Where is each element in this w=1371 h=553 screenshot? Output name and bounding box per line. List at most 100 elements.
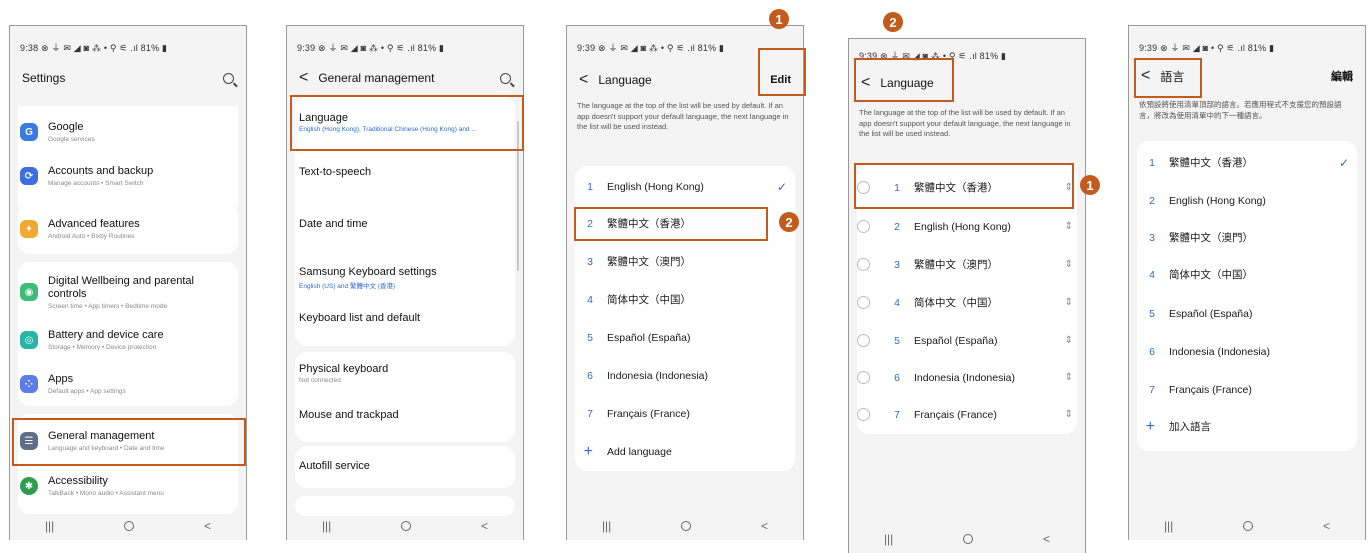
settings-item-sub: Default apps • App settings xyxy=(48,388,126,395)
radio-button[interactable] xyxy=(857,220,870,233)
gm-item-physical-keyboard[interactable]: Physical keyboard Not connected xyxy=(287,363,523,384)
language-number: 5 xyxy=(894,334,900,347)
gm-item-keyboard-list[interactable]: Keyboard list and default xyxy=(287,312,523,324)
settings-item-sub: Manage accounts • Smart Switch xyxy=(48,180,144,187)
back-button[interactable]: < xyxy=(481,519,488,533)
screen-general-management: 9:39 ⊗ ⏚ ✉ ◢ ◙ ⁂ • ⚲ ⚟ .ıl 81% ▮ < Gener… xyxy=(286,25,524,540)
radio-button[interactable] xyxy=(857,371,870,384)
language-row[interactable]: 7 Français (France) xyxy=(567,395,803,432)
scrollbar[interactable] xyxy=(517,121,519,271)
edit-button[interactable]: 編輯 xyxy=(1331,68,1353,84)
settings-item-general-management[interactable]: ☰ General management Language and keyboa… xyxy=(10,420,246,462)
language-number: 3 xyxy=(894,258,900,271)
back-button[interactable]: < xyxy=(761,519,768,533)
language-row[interactable]: 7 Français (France) xyxy=(1129,371,1365,408)
recents-button[interactable]: ||| xyxy=(1164,519,1173,533)
home-button[interactable] xyxy=(681,521,692,531)
page-title: Settings xyxy=(22,71,66,85)
back-arrow-icon[interactable]: < xyxy=(579,71,588,89)
language-number: 4 xyxy=(894,296,900,309)
language-label: Indonesia (Indonesia) xyxy=(607,369,708,382)
settings-item-apps[interactable]: ⁘ Apps Default apps • App settings xyxy=(10,364,246,404)
settings-item-wellbeing[interactable]: ◉ Digital Wellbeing and parental control… xyxy=(10,268,246,316)
gm-item-samsung-keyboard[interactable]: Samsung Keyboard settings English (US) a… xyxy=(287,266,523,290)
back-arrow-icon[interactable]: < xyxy=(299,69,308,87)
settings-item-accounts[interactable]: ⟳ Accounts and backup Manage accounts • … xyxy=(10,156,246,196)
language-label: 繁體中文（澳門） xyxy=(914,259,998,271)
settings-item-label: Google xyxy=(48,121,84,133)
language-row[interactable]: 7 Français (France) ⇕ xyxy=(849,396,1085,433)
back-button[interactable]: < xyxy=(204,519,211,533)
recents-button[interactable]: ||| xyxy=(45,519,54,533)
language-row[interactable]: 3 繁體中文（澳門） xyxy=(567,243,803,280)
settings-item-sub: Storage • Memory • Device protection xyxy=(48,344,157,351)
step-badge-2: 2 xyxy=(883,12,903,32)
home-button[interactable] xyxy=(1243,521,1254,531)
recents-button[interactable]: ||| xyxy=(322,519,331,533)
radio-button[interactable] xyxy=(857,296,870,309)
radio-button[interactable] xyxy=(857,258,870,271)
language-row[interactable]: 5 Español (España) ⇕ xyxy=(849,322,1085,359)
settings-item-label: Accessibility xyxy=(48,475,108,487)
gm-item-autofill[interactable]: Autofill service xyxy=(287,460,523,472)
reorder-handle-icon[interactable]: ⇕ xyxy=(1065,221,1073,232)
language-row[interactable]: 2 English (Hong Kong) xyxy=(1129,182,1365,219)
language-label: Español (España) xyxy=(607,331,691,344)
language-label: 简体中文（中国） xyxy=(607,294,691,306)
radio-button[interactable] xyxy=(857,181,870,194)
settings-item-advanced[interactable]: ✦ Advanced features Android Auto • Bixby… xyxy=(10,209,246,249)
reorder-handle-icon[interactable]: ⇕ xyxy=(1065,297,1073,308)
language-row[interactable]: 3 繁體中文（澳門） xyxy=(1129,219,1365,256)
gm-item-text-to-speech[interactable]: Text-to-speech xyxy=(287,166,523,178)
gm-item-date-time[interactable]: Date and time xyxy=(287,218,523,230)
language-row[interactable]: 3 繁體中文（澳門） ⇕ xyxy=(849,246,1085,283)
back-arrow-icon[interactable]: < xyxy=(1141,67,1150,85)
radio-button[interactable] xyxy=(857,334,870,347)
reorder-handle-icon[interactable]: ⇕ xyxy=(1065,409,1073,420)
add-language-button[interactable]: + Add language xyxy=(567,433,803,470)
reorder-handle-icon[interactable]: ⇕ xyxy=(1065,335,1073,346)
home-button[interactable] xyxy=(401,521,412,531)
gm-item-label: Physical keyboard xyxy=(299,363,389,375)
language-row[interactable]: 6 Indonesia (Indonesia) ⇕ xyxy=(849,359,1085,396)
language-row[interactable]: 6 Indonesia (Indonesia) xyxy=(567,357,803,394)
language-row[interactable]: 5 Español (España) xyxy=(567,319,803,356)
language-number: 6 xyxy=(587,369,593,382)
language-row[interactable]: 1 繁體中文（香港） ⇕ xyxy=(849,169,1085,206)
wellbeing-icon: ◉ xyxy=(20,283,38,301)
settings-item-accessibility[interactable]: ✱ Accessibility TalkBack • Mono audio • … xyxy=(10,466,246,506)
radio-button[interactable] xyxy=(857,408,870,421)
recents-button[interactable]: ||| xyxy=(884,532,893,546)
edit-button[interactable]: Edit xyxy=(770,74,791,86)
back-arrow-icon[interactable]: < xyxy=(861,74,870,92)
language-row[interactable]: 6 Indonesia (Indonesia) xyxy=(1129,333,1365,370)
language-number: 4 xyxy=(587,293,593,306)
language-row[interactable]: 1 繁體中文（香港） ✓ xyxy=(1129,144,1365,181)
back-button[interactable]: < xyxy=(1043,532,1050,546)
reorder-handle-icon[interactable]: ⇕ xyxy=(1065,182,1073,193)
language-row[interactable]: 4 简体中文（中国） ⇕ xyxy=(849,284,1085,321)
recents-button[interactable]: ||| xyxy=(602,519,611,533)
language-row[interactable]: 5 Español (España) xyxy=(1129,295,1365,332)
search-icon[interactable] xyxy=(223,72,234,84)
search-icon[interactable] xyxy=(500,72,511,84)
language-row[interactable]: 1 English (Hong Kong) ✓ xyxy=(567,168,803,205)
settings-item-sub: Android Auto • Bixby Routines xyxy=(48,233,135,240)
settings-item-battery[interactable]: ◎ Battery and device care Storage • Memo… xyxy=(10,320,246,360)
add-language-button[interactable]: + 加入語言 xyxy=(1129,408,1365,445)
gm-item-language[interactable]: Language English (Hong Kong), Traditiona… xyxy=(287,112,523,133)
language-row[interactable]: 2 English (Hong Kong) ⇕ xyxy=(849,208,1085,245)
language-row[interactable]: 2 繁體中文（香港） xyxy=(567,205,803,242)
gm-item-mouse-trackpad[interactable]: Mouse and trackpad xyxy=(287,409,523,421)
reorder-handle-icon[interactable]: ⇕ xyxy=(1065,259,1073,270)
screen-language-chinese: 9:39 ⊗ ⏚ ✉ ◢ ◙ • ⚲ ⚟ .ıl 81% ▮ < 語言 編輯 依… xyxy=(1128,25,1366,540)
back-button[interactable]: < xyxy=(1323,519,1330,533)
settings-item-google[interactable]: G Google Google services xyxy=(10,112,246,152)
reorder-handle-icon[interactable]: ⇕ xyxy=(1065,372,1073,383)
gear-plus-icon: ✦ xyxy=(20,220,38,238)
home-button[interactable] xyxy=(963,534,974,544)
language-number: 1 xyxy=(1149,156,1155,169)
language-row[interactable]: 4 简体中文（中国） xyxy=(567,281,803,318)
language-row[interactable]: 4 简体中文（中国） xyxy=(1129,256,1365,293)
home-button[interactable] xyxy=(124,521,135,531)
